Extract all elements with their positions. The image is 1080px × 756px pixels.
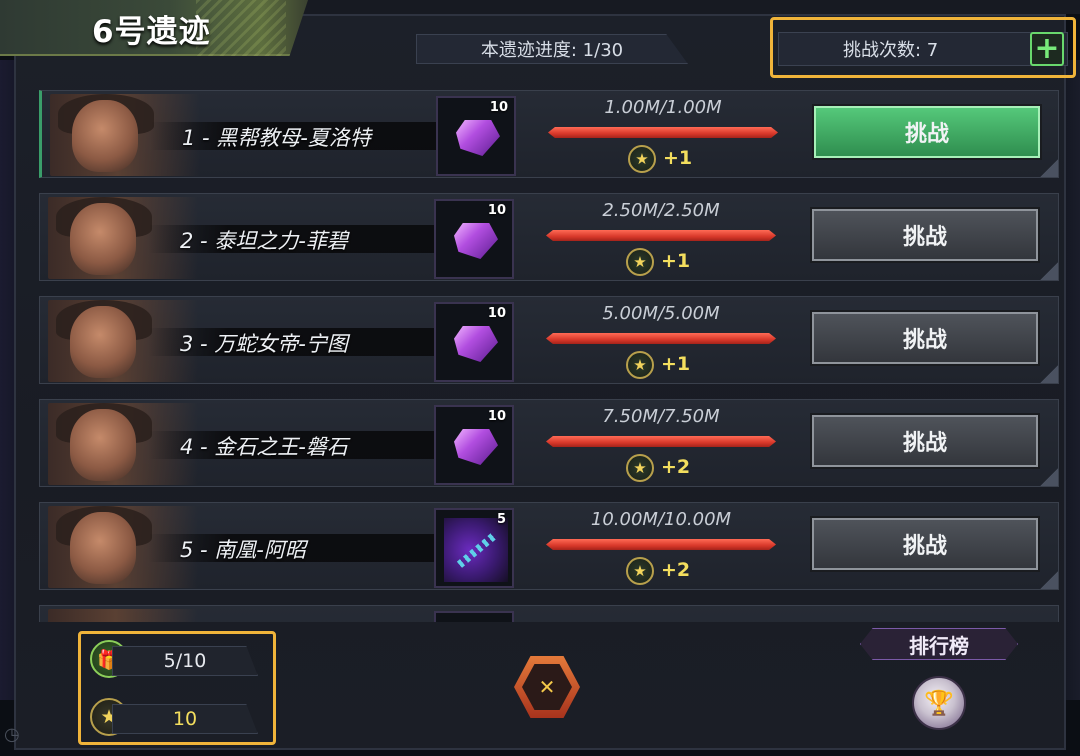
reward-item[interactable]: 10 [434,199,514,279]
battle-emblem-icon: ✕ [522,664,572,710]
enemy-row: 5 - 南凰-阿昭 5 10.00M/10.00M ★ +2 挑战 [39,502,1059,590]
relic-progress: 本遗迹进度: 1/30 [416,34,688,64]
enemy-hp-fill [548,127,778,138]
reward-item[interactable]: 5 [434,508,514,588]
medal-bonus: +1 [663,147,693,169]
enemy-name: 5 - 南凰-阿昭 [180,538,306,562]
enemy-name: 1 - 黑帮教母-夏洛特 [182,126,371,150]
enemy-row-partial [39,605,1059,622]
purple-gem-icon [454,429,498,465]
medal-bonus: +1 [661,250,691,272]
challenge-button[interactable]: 挑战 [810,207,1040,263]
enemy-row: 2 - 泰坦之力-菲碧 10 2.50M/2.50M ★ +1 挑战 [39,193,1059,281]
timer-icon: ◷ [4,724,20,745]
portrait-face [70,512,136,584]
challenge-button[interactable]: 挑战 [810,413,1040,469]
enemy-hp-fill [546,230,776,241]
enemy-hp-text: 7.50M/7.50M [602,406,720,427]
enemy-hp-fill [546,539,776,550]
plus-icon: + [1034,31,1060,66]
medal-icon: ★ [626,557,654,585]
reward-item[interactable]: 10 [434,302,514,382]
purple-gem-icon [454,326,498,362]
enemy-hp-text: 1.00M/1.00M [604,97,722,118]
challenge-button[interactable]: 挑战 [810,516,1040,572]
portrait-face [70,203,136,275]
reward-item-count: 10 [487,306,506,321]
enemy-name: 3 - 万蛇女帝-宁图 [180,332,348,356]
medal-count: 10 [112,704,258,734]
row-corner-decoration [1040,365,1058,383]
enemy-hp-bar [548,127,778,138]
enemy-row: 4 - 金石之王-磐石 10 7.50M/7.50M ★ +2 挑战 [39,399,1059,487]
gift-progress: 5/10 [112,646,258,676]
row-corner-decoration [1040,468,1058,486]
row-corner-decoration [1040,159,1058,177]
enemy-hp-text: 10.00M/10.00M [590,509,732,530]
reward-item-count: 10 [487,203,506,218]
enemy-name: 2 - 泰坦之力-菲碧 [180,229,348,253]
enemy-row: 3 - 万蛇女帝-宁图 10 5.00M/5.00M ★ +1 挑战 [39,296,1059,384]
trophy-button[interactable]: 🏆 [912,676,966,730]
portrait-face [72,100,138,172]
page-title: 6号遗迹 [92,14,211,50]
add-challenges-button[interactable]: + [1030,32,1064,66]
portrait-face [70,409,136,481]
enemy-hp-bar [546,230,776,241]
enemy-row: 1 - 黑帮教母-夏洛特 10 1.00M/1.00M ★ +1 挑战 [39,90,1059,178]
reward-item[interactable] [434,611,514,622]
enemy-hp-bar [546,436,776,447]
enemy-hp-bar [546,539,776,550]
medal-bonus: +2 [661,559,691,581]
leaderboard-label[interactable]: 排行榜 [860,628,1018,660]
enemy-hp-fill [546,333,776,344]
relic-enemy-list[interactable]: 1 - 黑帮教母-夏洛特 10 1.00M/1.00M ★ +1 挑战 2 - 泰坦之力-菲… [33,82,1063,622]
medal-bonus: +2 [661,456,691,478]
enemy-portrait [48,609,198,622]
medal-icon: ★ [626,454,654,482]
background-top-strip [300,0,1080,14]
reward-item-count: 5 [496,512,506,527]
trophy-icon: 🏆 [924,689,954,717]
medal-icon: ★ [626,351,654,379]
row-corner-decoration [1040,571,1058,589]
reward-item-count: 10 [489,100,508,115]
reward-item-count: 10 [487,409,506,424]
challenge-button[interactable]: 挑战 [812,104,1042,160]
enemy-name: 4 - 金石之王-磐石 [180,435,348,459]
dna-helix-icon [444,518,508,582]
challenge-count: 挑战次数: 7 [778,32,1068,66]
purple-gem-icon [454,223,498,259]
enemy-hp-fill [546,436,776,447]
challenge-button[interactable]: 挑战 [810,310,1040,366]
enemy-hp-text: 5.00M/5.00M [602,303,720,324]
medal-bonus: +1 [661,353,691,375]
medal-icon: ★ [626,248,654,276]
reward-item[interactable]: 10 [436,96,516,176]
enemy-hp-bar [546,333,776,344]
medal-icon: ★ [628,145,656,173]
enemy-hp-text: 2.50M/2.50M [602,200,720,221]
reward-item[interactable]: 10 [434,405,514,485]
row-corner-decoration [1040,262,1058,280]
purple-gem-icon [456,120,500,156]
portrait-face [70,306,136,378]
